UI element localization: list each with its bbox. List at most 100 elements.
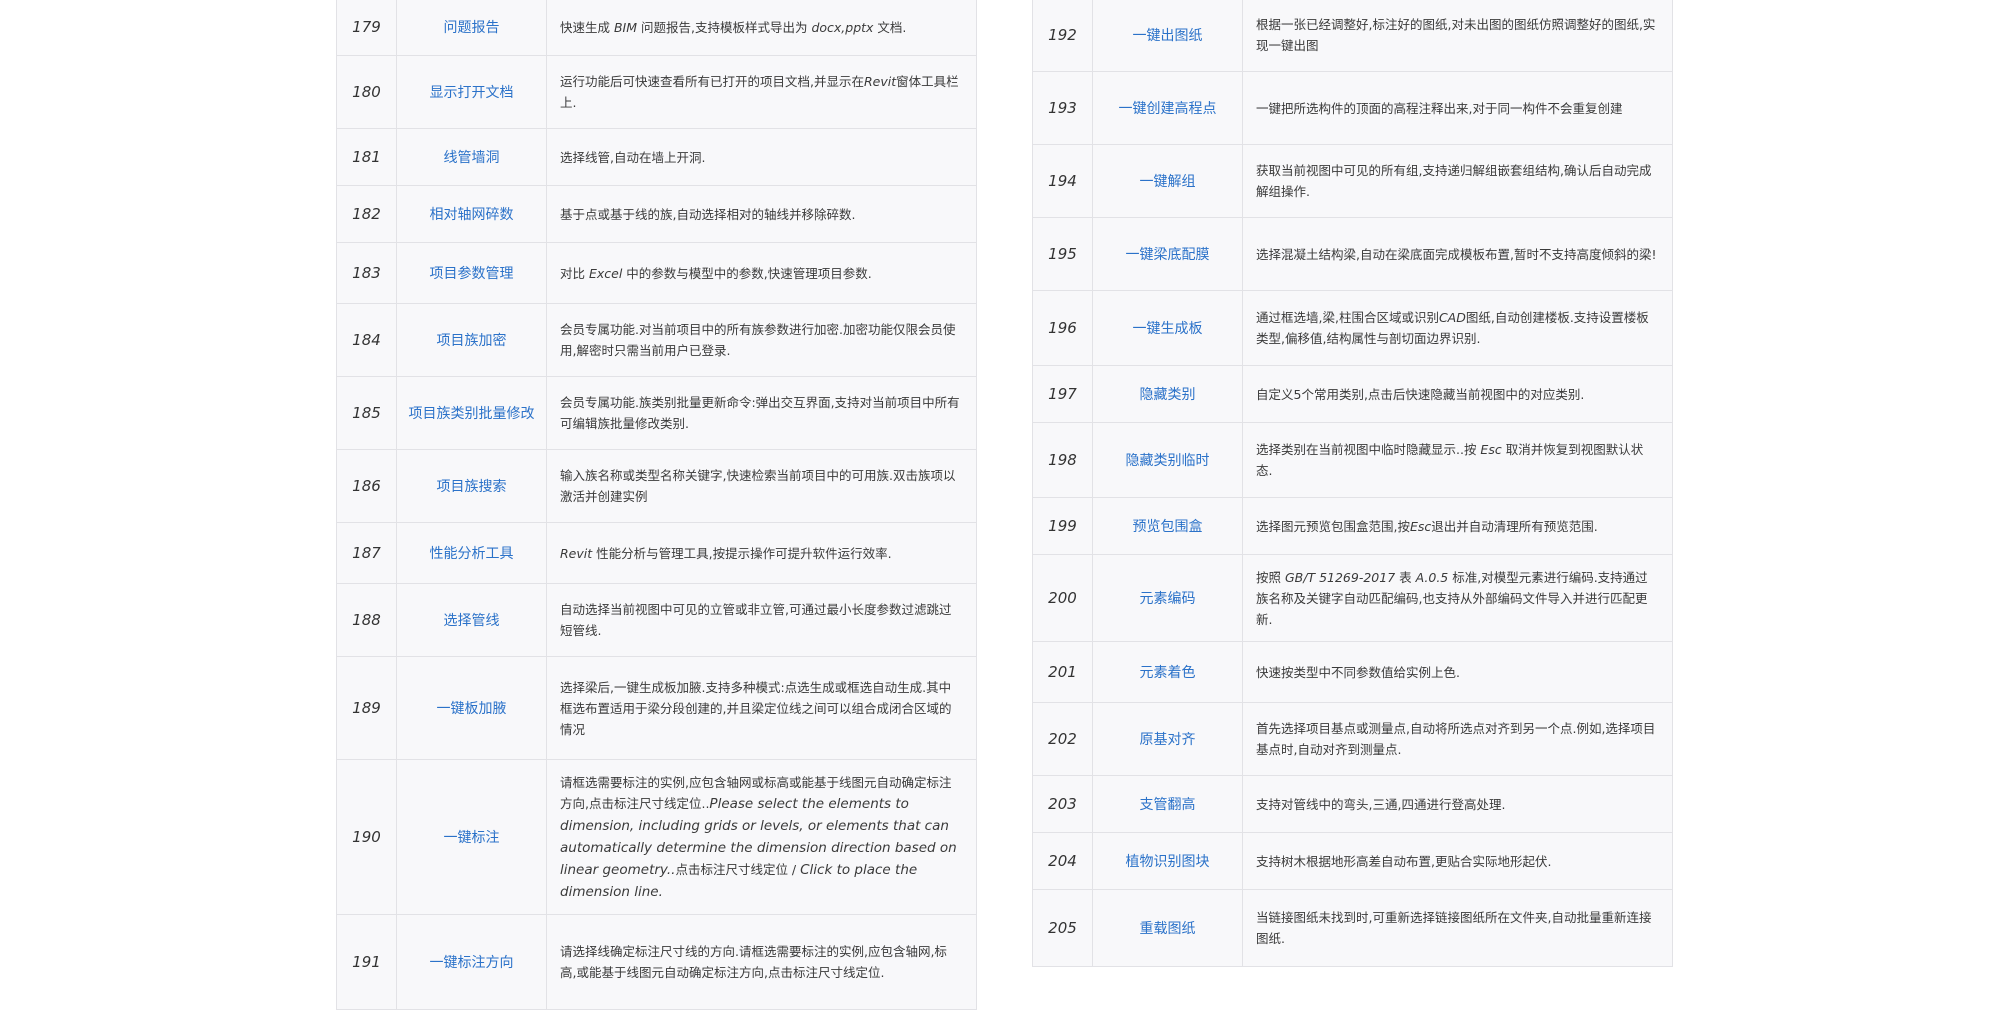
description-text: docx,pptx [811,19,874,35]
feature-name-cell: 选择管线 [396,583,547,657]
table-row: 198 隐藏类别临时 选择类别在当前视图中临时隐藏显示..按 Esc 取消并恢复到视… [1032,422,1673,498]
feature-description: 会员专属功能.族类别批量更新命令:弹出交互界面,支持对当前项目中所有可编辑族批量… [546,376,977,450]
feature-name-cell: 性能分析工具 [396,522,547,584]
table-row: 185 项目族类别批量修改 会员专属功能.族类别批量更新命令:弹出交互界面,支持对当… [336,376,977,450]
row-number: 205 [1032,889,1093,967]
feature-description: 首先选择项目基点或测量点,自动将所选点对齐到另一个点.例如,选择项目基点时,自动… [1242,702,1673,776]
table-row: 194 一键解组 获取当前视图中可见的所有组,支持递归解组嵌套组结构,确认后自动完成… [1032,144,1673,218]
feature-name-link[interactable]: 相对轴网碎数 [430,207,514,223]
feature-name-link[interactable]: 重载图纸 [1140,921,1196,937]
feature-description: 支持树木根据地形高差自动布置,更贴合实际地形起伏. [1242,832,1673,890]
feature-name-link[interactable]: 项目参数管理 [430,266,514,282]
feature-name-cell: 预览包围盒 [1092,497,1243,555]
table-row: 179 问题报告 快速生成 BIM 问题报告,支持模板样式导出为 docx,pptx… [336,0,977,56]
feature-table-left: 179 问题报告 快速生成 BIM 问题报告,支持模板样式导出为 docx,pptx… [336,0,977,1010]
feature-name-cell: 一键标注方向 [396,914,547,1010]
table-row: 201 元素着色 快速按类型中不同参数值给实例上色. [1032,641,1673,703]
feature-name-link[interactable]: 选择管线 [444,613,500,629]
row-number: 200 [1032,554,1093,642]
feature-name-cell: 项目族加密 [396,303,547,377]
feature-name-link[interactable]: 原基对齐 [1140,732,1196,748]
description-text: Esc [1480,442,1502,457]
description-text: BIM [613,19,638,35]
table-row: 205 重载图纸 当链接图纸未找到时,可重新选择链接图纸所在文件夹,自动批量重新连接… [1032,889,1673,967]
description-text: 首先选择项目基点或测量点,自动将所选点对齐到另一个点.例如,选择项目基点时,自动… [1256,721,1656,757]
description-text: 对比 [560,265,589,281]
feature-name-link[interactable]: 植物识别图块 [1126,854,1210,870]
feature-name-cell: 一键解组 [1092,144,1243,218]
feature-description: 基于点或基于线的族,自动选择相对的轴线并移除碎数. [546,185,977,243]
feature-name-link[interactable]: 一键解组 [1140,174,1196,190]
feature-table-right: 192 一键出图纸 根据一张已经调整好,标注好的图纸,对未出图的图纸仿照调整好的图纸… [1032,0,1673,967]
table-row: 182 相对轴网碎数 基于点或基于线的族,自动选择相对的轴线并移除碎数. [336,185,977,243]
feature-name-link[interactable]: 一键生成板 [1133,321,1203,337]
description-text: 退出并自动清理所有预览范围. [1431,518,1598,534]
table-row: 191 一键标注方向 请选择线确定标注尺寸线的方向.请框选需要标注的实例,应包含轴网… [336,914,977,1010]
feature-name-cell: 一键出图纸 [1092,0,1243,72]
description-text: 问题报告,支持模板样式导出为 [637,19,812,35]
feature-description: 会员专属功能.对当前项目中的所有族参数进行加密.加密功能仅限会员使用,解密时只需… [546,303,977,377]
feature-name-cell: 一键创建高程点 [1092,71,1243,145]
table-row: 186 项目族搜索 输入族名称或类型名称关键字,快速检索当前项目中的可用族.双击族项… [336,449,977,523]
row-number: 203 [1032,775,1093,833]
description-text: Esc [1409,518,1432,534]
feature-name-link[interactable]: 元素着色 [1140,665,1196,681]
table-row: 190 一键标注 请框选需要标注的实例,应包含轴网或标高或能基于线图元自动确定标注方… [336,759,977,915]
description-text: 自动选择当前视图中可见的立管或非立管,可通过最小长度参数过滤跳过短管线. [560,602,952,638]
feature-table-left-body: 179 问题报告 快速生成 BIM 问题报告,支持模板样式导出为 docx,pptx… [336,0,977,1010]
feature-description: 选择混凝土结构梁,自动在梁底面完成模板布置,暂时不支持高度倾斜的梁! [1242,217,1673,291]
feature-description: 支持对管线中的弯头,三通,四通进行登高处理. [1242,775,1673,833]
description-text: 快速按类型中不同参数值给实例上色. [1256,664,1460,680]
table-row: 204 植物识别图块 支持树木根据地形高差自动布置,更贴合实际地形起伏. [1032,832,1673,890]
feature-name-link[interactable]: 一键出图纸 [1133,28,1203,44]
table-row: 192 一键出图纸 根据一张已经调整好,标注好的图纸,对未出图的图纸仿照调整好的图纸… [1032,0,1673,72]
feature-name-link[interactable]: 一键标注方向 [430,955,514,971]
feature-name-cell: 项目族搜索 [396,449,547,523]
feature-description: 输入族名称或类型名称关键字,快速检索当前项目中的可用族.双击族项以激活并创建实例 [546,449,977,523]
feature-name-link[interactable]: 隐藏类别临时 [1126,453,1210,469]
row-number: 194 [1032,144,1093,218]
row-number: 196 [1032,290,1093,366]
description-text: 选择混凝土结构梁,自动在梁底面完成模板布置,暂时不支持高度倾斜的梁! [1256,246,1657,262]
description-text: 性能分析与管理工具,按提示操作可提升软件运行效率. [592,545,892,561]
feature-name-link[interactable]: 项目族搜索 [437,479,507,495]
feature-name-link[interactable]: 问题报告 [444,20,500,36]
feature-description: 一键把所选构件的顶面的高程注释出来,对于同一构件不会重复创建 [1242,71,1673,145]
feature-name-link[interactable]: 性能分析工具 [430,546,514,562]
description-text: CAD [1438,310,1466,325]
feature-name-link[interactable]: 支管翻高 [1140,797,1196,813]
row-number: 186 [336,449,397,523]
table-row: 193 一键创建高程点 一键把所选构件的顶面的高程注释出来,对于同一构件不会重复创建 [1032,71,1673,145]
feature-name-link[interactable]: 项目族类别批量修改 [409,406,535,422]
table-row: 195 一键梁底配膜 选择混凝土结构梁,自动在梁底面完成模板布置,暂时不支持高度倾斜… [1032,217,1673,291]
feature-name-link[interactable]: 隐藏类别 [1140,387,1196,403]
feature-name-link[interactable]: 项目族加密 [437,333,507,349]
feature-name-cell: 元素着色 [1092,641,1243,703]
row-number: 188 [336,583,397,657]
row-number: 195 [1032,217,1093,291]
feature-name-link[interactable]: 显示打开文档 [430,85,514,101]
feature-name-link[interactable]: 预览包围盒 [1133,519,1203,535]
feature-name-link[interactable]: 一键创建高程点 [1119,101,1217,117]
row-number: 193 [1032,71,1093,145]
feature-description: 按照 GB/T 51269-2017 表 A.0.5 标准,对模型元素进行编码.… [1242,554,1673,642]
feature-name-link[interactable]: 一键标注 [444,830,500,846]
table-row: 200 元素编码 按照 GB/T 51269-2017 表 A.0.5 标准,对模型… [1032,554,1673,642]
feature-name-link[interactable]: 一键梁底配膜 [1126,247,1210,263]
feature-name-cell: 隐藏类别临时 [1092,422,1243,498]
feature-name-cell: 相对轴网碎数 [396,185,547,243]
table-row: 196 一键生成板 通过框选墙,梁,柱围合区域或识别CAD图纸,自动创建楼板.支持设… [1032,290,1673,366]
feature-name-cell: 隐藏类别 [1092,365,1243,423]
feature-name-link[interactable]: 线管墙洞 [444,150,500,166]
row-number: 191 [336,914,397,1010]
feature-name-cell: 一键板加腋 [396,656,547,760]
feature-name-cell: 植物识别图块 [1092,832,1243,890]
description-text: 选择图元预览包围盒范围,按 [1256,518,1410,534]
row-number: 197 [1032,365,1093,423]
description-text: 中的参数与模型中的参数,快速管理项目参数. [622,265,872,281]
feature-name-link[interactable]: 元素编码 [1140,591,1196,607]
feature-name-link[interactable]: 一键板加腋 [437,701,507,717]
feature-description: 当链接图纸未找到时,可重新选择链接图纸所在文件夹,自动批量重新连接图纸. [1242,889,1673,967]
table-row: 183 项目参数管理 对比 Excel 中的参数与模型中的参数,快速管理项目参数. [336,242,977,304]
description-text: 快速生成 [560,19,614,35]
